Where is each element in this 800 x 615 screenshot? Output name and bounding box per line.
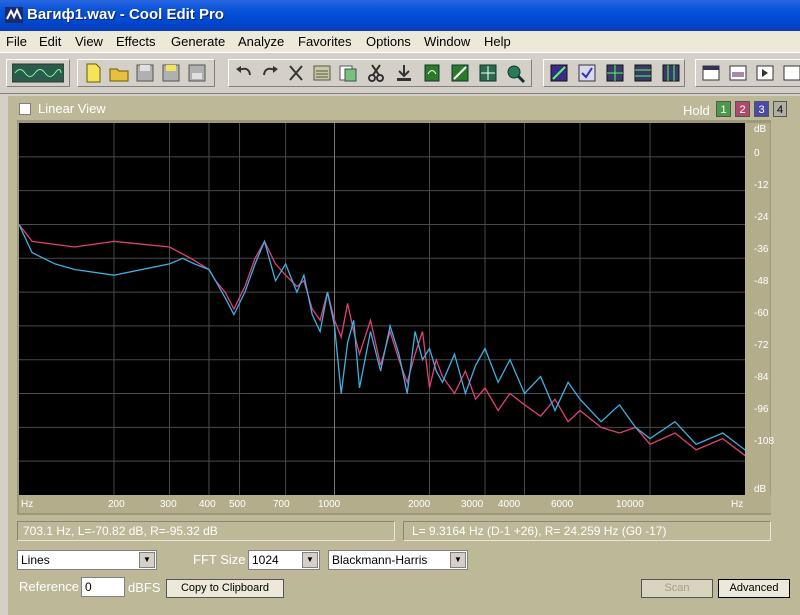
window-title: Вагиф1.wav - Cool Edit Pro (27, 6, 224, 23)
cursor-readout: 703.1 Hz, L=-70.82 dB, R=-95.32 dB (17, 521, 395, 541)
chevron-down-icon[interactable]: ▼ (450, 552, 466, 568)
paste-icon[interactable] (337, 62, 359, 84)
chevron-down-icon[interactable]: ▼ (302, 552, 318, 568)
title-bar: Вагиф1.wav - Cool Edit Pro (0, 0, 800, 31)
db-unit-bottom: dB (754, 484, 767, 495)
db-tick-label: -12 (754, 180, 769, 191)
open-file-icon[interactable] (108, 62, 130, 84)
menu-edit[interactable]: Edit (39, 34, 61, 49)
redo-icon[interactable] (259, 62, 281, 84)
hz-tick-label: 700 (273, 499, 290, 510)
db-tick-label: -84 (754, 372, 769, 383)
undo-icon[interactable] (233, 62, 255, 84)
menu-generate[interactable]: Generate (171, 34, 225, 49)
menu-file[interactable]: File (6, 34, 27, 49)
window-icon[interactable] (700, 62, 722, 84)
db-tick-label: -96 (754, 404, 769, 415)
fft-size-label: FFT Size (193, 552, 246, 567)
hold-slot-1[interactable]: 1 (716, 101, 731, 117)
hold-label: Hold (683, 103, 710, 118)
db-tick-label: -108 (754, 436, 775, 447)
menu-effects[interactable]: Effects (116, 34, 156, 49)
hz-tick-label: 1000 (318, 499, 341, 510)
grid-icon[interactable] (604, 62, 626, 84)
plot-style-value: Lines (21, 553, 50, 567)
tool-icon[interactable] (449, 62, 471, 84)
db-tick-label: -48 (754, 276, 769, 287)
copy-to-clipboard-button[interactable]: Copy to Clipboard (166, 579, 284, 598)
tool-icon[interactable] (505, 62, 527, 84)
db-tick-label: -36 (754, 244, 769, 255)
db-tick-label: -72 (754, 340, 769, 351)
hz-tick-label: 3000 (461, 499, 484, 510)
grid-icon[interactable] (548, 62, 570, 84)
hz-tick-label: 300 (160, 499, 177, 510)
chevron-down-icon[interactable]: ▼ (139, 552, 155, 568)
hz-tick-label: 2000 (408, 499, 431, 510)
new-file-icon[interactable] (82, 62, 104, 84)
grid-icon[interactable] (632, 62, 654, 84)
hz-unit-right: Hz (731, 499, 744, 510)
db-tick-label: -60 (754, 308, 769, 319)
copy-icon[interactable] (311, 62, 333, 84)
menu-view[interactable]: View (75, 34, 103, 49)
cut-icon[interactable] (285, 62, 307, 84)
hz-tick-label: 400 (199, 499, 216, 510)
toolbar (0, 52, 800, 94)
save-as-icon[interactable] (160, 62, 182, 84)
window-icon[interactable] (781, 62, 800, 84)
menu-analyze[interactable]: Analyze (238, 34, 284, 49)
grid-icon[interactable] (660, 62, 682, 84)
reference-label: Reference (19, 579, 79, 594)
peak-readout: L= 9.3164 Hz (D-1 +26), R= 24.259 Hz (G0… (403, 521, 771, 541)
menu-bar: File Edit View Effects Generate Analyze … (0, 31, 800, 52)
scan-button[interactable]: Scan (641, 579, 713, 598)
hold-slot-2[interactable]: 2 (735, 101, 750, 117)
db-tick-label: 0 (754, 148, 760, 159)
menu-options[interactable]: Options (366, 34, 411, 49)
hz-unit-left: Hz (21, 499, 34, 510)
hold-slot-4[interactable]: 4 (773, 101, 787, 117)
scissors-icon[interactable] (365, 62, 387, 84)
mode-toggle-icon[interactable] (12, 62, 64, 84)
hold-slot-3[interactable]: 3 (754, 101, 769, 117)
linear-view-label: Linear View (38, 101, 106, 116)
grid-icon[interactable] (576, 62, 598, 84)
hz-tick-label: 6000 (551, 499, 574, 510)
db-tick-label: -24 (754, 212, 769, 223)
tool-icon[interactable] (477, 62, 499, 84)
menu-help[interactable]: Help (484, 34, 511, 49)
hz-tick-label: 4000 (498, 499, 521, 510)
app-icon (5, 7, 23, 23)
fft-size-select[interactable]: 1024 ▼ (248, 550, 320, 570)
hz-tick-label: 500 (229, 499, 246, 510)
spectrum-plot[interactable] (19, 123, 745, 495)
advanced-button[interactable]: Advanced (718, 579, 790, 598)
window-icon[interactable] (727, 62, 749, 84)
hz-axis (19, 495, 771, 513)
db-unit-top: dB (754, 124, 767, 135)
linear-view-checkbox[interactable] (19, 103, 31, 115)
menu-favorites[interactable]: Favorites (298, 34, 351, 49)
hz-tick-label: 200 (108, 499, 125, 510)
tool-icon[interactable] (421, 62, 443, 84)
reference-input[interactable]: 0 (81, 577, 125, 597)
window-icon[interactable] (754, 62, 776, 84)
download-icon[interactable] (393, 62, 415, 84)
save-icon[interactable] (134, 62, 156, 84)
fft-size-value: 1024 (252, 553, 279, 567)
menu-window[interactable]: Window (424, 34, 470, 49)
hz-tick-label: 10000 (616, 499, 644, 510)
reference-unit: dBFS (128, 580, 161, 595)
window-function-select[interactable]: Blackmann-Harris ▼ (328, 550, 468, 570)
window-function-value: Blackmann-Harris (332, 553, 428, 567)
save-all-icon[interactable] (186, 62, 208, 84)
plot-style-select[interactable]: Lines ▼ (17, 550, 157, 570)
